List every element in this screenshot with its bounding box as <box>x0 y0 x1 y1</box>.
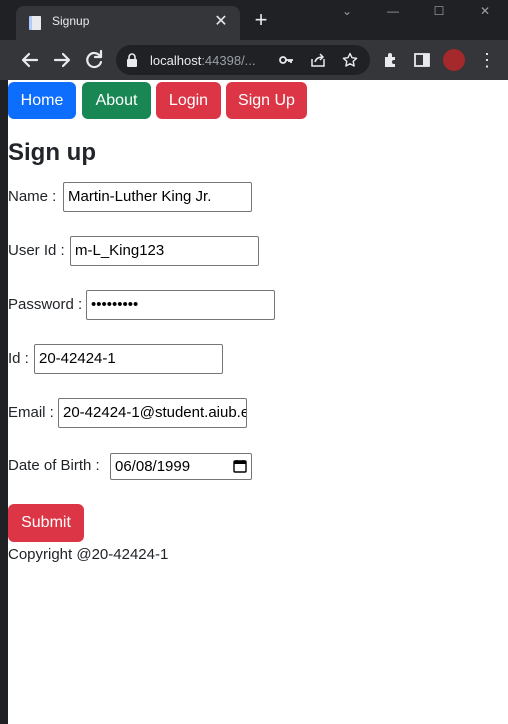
more-menu-icon[interactable]: ⋮ <box>478 49 496 71</box>
extensions-icon[interactable] <box>382 51 400 69</box>
tab-search-icon[interactable]: ⌄ <box>338 4 356 18</box>
back-arrow-icon[interactable] <box>18 48 42 72</box>
maximize-icon[interactable]: ☐ <box>430 4 448 18</box>
minimize-icon[interactable]: — <box>384 4 402 18</box>
address-bar[interactable]: localhost:44398/... <box>116 45 370 75</box>
page-title: Sign up <box>8 139 96 166</box>
submit-button[interactable]: Submit <box>8 504 84 542</box>
side-panel-icon[interactable] <box>413 51 431 69</box>
copyright-text: Copyright @20-42424-1 <box>8 546 169 563</box>
nav-signup-button[interactable]: Sign Up <box>226 82 307 119</box>
tab-strip: Signup ✕ + ⌄ — ☐ ✕ <box>0 0 508 40</box>
password-label: Password : <box>8 296 83 313</box>
nav-about-button[interactable]: About <box>82 82 151 119</box>
browser-toolbar: localhost:44398/... ⋮ <box>0 40 508 80</box>
email-input[interactable]: 20-42424-1@student.aiub.edu <box>58 398 247 428</box>
id-label: Id : <box>8 350 29 367</box>
userid-input[interactable]: m-L_King123 <box>70 236 259 266</box>
page-icon <box>29 16 41 30</box>
email-label: Email : <box>8 404 54 421</box>
calendar-icon[interactable] <box>233 459 247 473</box>
profile-avatar[interactable] <box>443 49 465 71</box>
lock-icon[interactable] <box>126 53 138 67</box>
userid-label: User Id : <box>8 242 65 259</box>
close-window-icon[interactable]: ✕ <box>476 4 494 18</box>
dob-label: Date of Birth : <box>8 457 100 474</box>
share-icon[interactable] <box>310 52 326 68</box>
dob-input[interactable]: 06/08/1999 <box>110 453 252 480</box>
url-host: localhost <box>150 53 202 68</box>
new-tab-icon[interactable]: + <box>250 9 272 31</box>
page-content: Home About Login Sign Up Sign up Name : … <box>8 80 508 724</box>
password-input[interactable]: ••••••••• <box>86 290 275 320</box>
id-input[interactable]: 20-42424-1 <box>34 344 223 374</box>
forward-arrow-icon[interactable] <box>50 48 74 72</box>
nav-home-button[interactable]: Home <box>8 82 76 119</box>
close-tab-icon[interactable]: ✕ <box>212 13 230 31</box>
bookmark-star-icon[interactable] <box>342 52 358 68</box>
tab-title: Signup <box>52 14 90 28</box>
name-input[interactable]: Martin-Luther King Jr. <box>63 182 252 212</box>
dob-value: 06/08/1999 <box>115 458 191 475</box>
reload-icon[interactable] <box>82 48 106 72</box>
nav-login-button[interactable]: Login <box>156 82 221 119</box>
browser-tab[interactable]: Signup ✕ <box>16 6 240 40</box>
key-icon[interactable] <box>278 52 294 68</box>
name-label: Name : <box>8 188 57 205</box>
url-rest: :44398/... <box>201 53 256 68</box>
url-text[interactable]: localhost:44398/... <box>150 53 256 68</box>
